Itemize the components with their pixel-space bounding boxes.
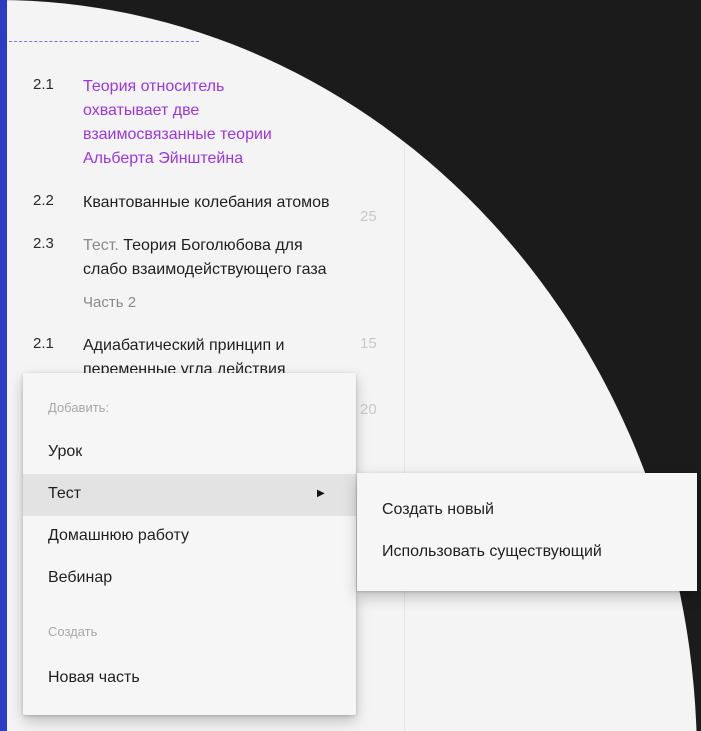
item-number: 2.3 — [33, 235, 54, 252]
submenu-item-create-new[interactable]: Создать новый — [357, 491, 697, 531]
column-divider — [404, 0, 405, 731]
duration-value: 20 — [360, 401, 377, 418]
duration-value: 15 — [360, 335, 377, 352]
menu-header-label: Создать — [48, 624, 98, 639]
chevron-right-icon: ▶ — [317, 488, 325, 499]
menu-item-label: Вебинар — [48, 569, 113, 586]
submenu-item-label: Создать новый — [382, 501, 494, 518]
item-number: 2.2 — [33, 192, 54, 209]
lesson-title[interactable]: Квантованные колебания атомов — [83, 191, 330, 215]
menu-item-lesson[interactable]: Урок — [23, 432, 356, 474]
part-label[interactable]: Часть 2 — [83, 291, 136, 315]
add-context-menu: Добавить: Урок Тест ▶ Домашнюю работу Ве… — [23, 373, 356, 715]
duration-value: 25 — [360, 208, 377, 225]
item-number: 2.1 — [33, 76, 54, 93]
lesson-title-line[interactable]: Адиабатический принцип и — [83, 334, 285, 358]
screen: 2.1 Теория относитель охватывает две вза… — [0, 0, 701, 731]
menu-header-label: Добавить: — [48, 400, 110, 415]
test-title[interactable]: Тест. Теория Боголюбова для — [83, 234, 303, 258]
menu-item-label: Новая часть — [48, 669, 140, 686]
lesson-title-line[interactable]: охватывает две — [83, 99, 199, 123]
lesson-title-line[interactable]: Альберта Эйнштейна — [83, 147, 243, 171]
menu-header-add: Добавить: — [23, 387, 356, 429]
test-submenu: Создать новый Использовать существующий — [357, 473, 697, 591]
menu-item-label: Тест — [48, 485, 82, 502]
menu-item-webinar[interactable]: Вебинар — [23, 558, 356, 600]
menu-item-new-part[interactable]: Новая часть — [23, 658, 356, 700]
menu-item-label: Домашнюю работу — [48, 527, 189, 544]
test-title-line[interactable]: слабо взаимодействующего газа — [83, 258, 327, 282]
sidebar-edge — [0, 0, 7, 731]
lesson-title-line[interactable]: взаимосвязанные теории — [83, 123, 272, 147]
submenu-item-use-existing[interactable]: Использовать существующий — [357, 533, 697, 573]
menu-item-label: Урок — [48, 443, 83, 460]
menu-item-test[interactable]: Тест ▶ — [23, 474, 356, 516]
test-title-text: Теория Боголюбова для — [118, 237, 303, 254]
test-prefix: Тест. — [83, 237, 119, 254]
lesson-title-line[interactable]: Теория относитель — [83, 75, 224, 99]
menu-header-create: Создать — [23, 611, 356, 653]
item-number: 2.1 — [33, 335, 54, 352]
submenu-item-label: Использовать существующий — [382, 543, 602, 560]
drop-indicator — [9, 41, 199, 42]
menu-item-homework[interactable]: Домашнюю работу — [23, 516, 356, 558]
